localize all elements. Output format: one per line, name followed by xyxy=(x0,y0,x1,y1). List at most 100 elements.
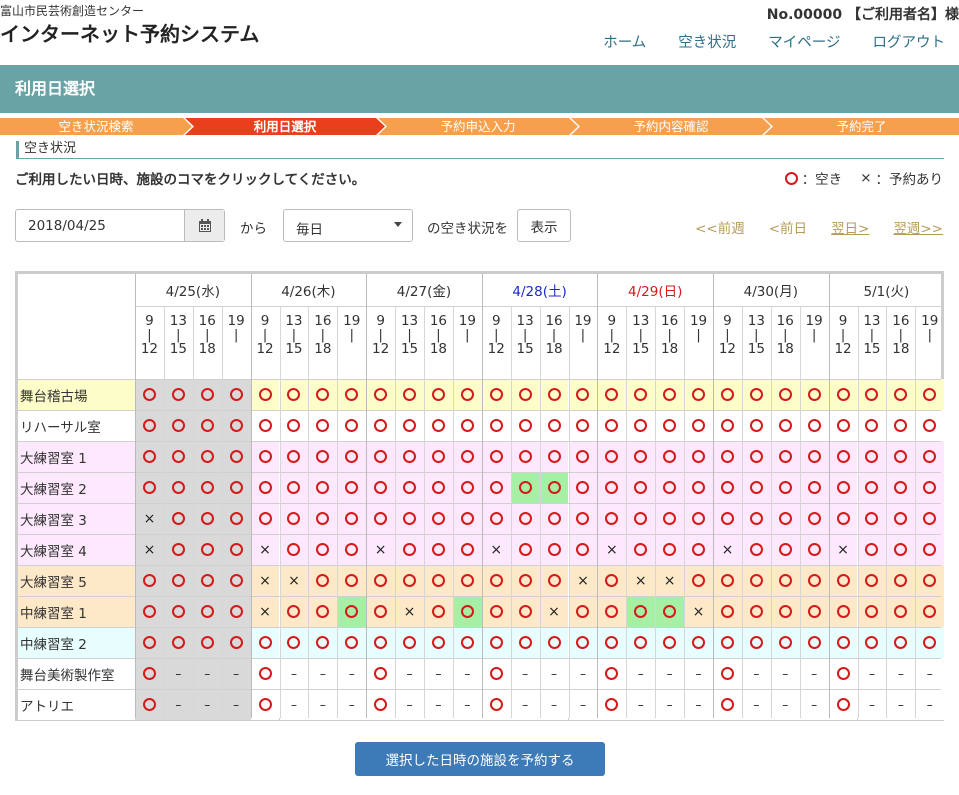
slot-cell[interactable] xyxy=(135,627,164,658)
slot-cell[interactable] xyxy=(221,441,251,472)
slot-cell[interactable] xyxy=(308,410,338,441)
slot-cell[interactable] xyxy=(597,503,627,534)
date-input[interactable]: 2018/04/25 xyxy=(15,209,225,242)
slot-cell[interactable] xyxy=(337,627,367,658)
slot-cell[interactable] xyxy=(597,658,627,689)
slot-cell[interactable] xyxy=(655,379,685,410)
slot-cell[interactable] xyxy=(857,627,887,658)
slot-cell[interactable] xyxy=(828,627,858,658)
slot-cell[interactable] xyxy=(655,472,685,503)
slot-cell[interactable] xyxy=(163,534,193,565)
slot-cell[interactable] xyxy=(481,627,511,658)
slot-cell[interactable] xyxy=(915,534,945,565)
slot-cell[interactable] xyxy=(337,565,367,596)
slot-cell[interactable] xyxy=(741,503,771,534)
slot-cell[interactable] xyxy=(192,534,222,565)
slot-cell[interactable] xyxy=(163,503,193,534)
slot-cell[interactable] xyxy=(770,534,800,565)
slot-cell[interactable] xyxy=(452,596,482,627)
slot-cell[interactable] xyxy=(799,596,829,627)
slot-cell[interactable] xyxy=(597,472,627,503)
slot-cell[interactable] xyxy=(135,658,164,689)
slot-cell[interactable] xyxy=(886,627,916,658)
slot-cell[interactable] xyxy=(886,410,916,441)
slot-cell[interactable] xyxy=(915,503,945,534)
slot-cell[interactable] xyxy=(452,410,482,441)
slot-cell[interactable] xyxy=(452,472,482,503)
slot-cell[interactable] xyxy=(481,472,511,503)
slot-cell[interactable] xyxy=(655,503,685,534)
slot-cell[interactable] xyxy=(539,472,569,503)
slot-cell[interactable] xyxy=(163,596,193,627)
slot-cell[interactable] xyxy=(857,441,887,472)
slot-cell[interactable] xyxy=(828,379,858,410)
slot-cell[interactable] xyxy=(828,596,858,627)
slot-cell[interactable] xyxy=(886,379,916,410)
slot-cell[interactable] xyxy=(539,627,569,658)
slot-cell[interactable] xyxy=(424,565,453,596)
slot-cell[interactable] xyxy=(192,472,222,503)
frequency-select[interactable]: 毎日 xyxy=(283,209,413,242)
slot-cell[interactable] xyxy=(308,565,338,596)
slot-cell[interactable] xyxy=(568,596,598,627)
slot-cell[interactable] xyxy=(452,503,482,534)
slot-cell[interactable] xyxy=(510,627,540,658)
slot-cell[interactable] xyxy=(770,627,800,658)
slot-cell[interactable] xyxy=(452,565,482,596)
slot-cell[interactable] xyxy=(481,503,511,534)
slot-cell[interactable] xyxy=(539,503,569,534)
slot-cell[interactable] xyxy=(857,379,887,410)
slot-cell[interactable] xyxy=(192,596,222,627)
slot-cell[interactable] xyxy=(308,472,338,503)
slot-cell[interactable] xyxy=(250,689,280,720)
slot-cell[interactable] xyxy=(568,534,598,565)
slot-cell[interactable] xyxy=(279,627,309,658)
slot-cell[interactable] xyxy=(163,472,193,503)
slot-cell[interactable] xyxy=(279,534,309,565)
slot-cell[interactable] xyxy=(568,472,598,503)
slot-cell[interactable] xyxy=(135,596,164,627)
slot-cell[interactable] xyxy=(163,379,193,410)
slot-cell[interactable] xyxy=(684,379,713,410)
slot-cell[interactable] xyxy=(626,503,656,534)
slot-cell[interactable] xyxy=(713,658,742,689)
slot-cell[interactable] xyxy=(655,410,685,441)
slot-cell[interactable] xyxy=(279,596,309,627)
slot-cell[interactable] xyxy=(915,441,945,472)
slot-cell[interactable] xyxy=(684,565,713,596)
slot-cell[interactable] xyxy=(539,441,569,472)
slot-cell[interactable] xyxy=(684,441,713,472)
slot-cell[interactable] xyxy=(886,534,916,565)
slot-cell[interactable] xyxy=(799,410,829,441)
slot-cell[interactable] xyxy=(279,410,309,441)
slot-cell[interactable] xyxy=(337,596,367,627)
nav-mypage[interactable]: マイページ xyxy=(768,31,840,52)
slot-cell[interactable] xyxy=(337,503,367,534)
slot-cell[interactable] xyxy=(510,503,540,534)
slot-cell[interactable] xyxy=(857,565,887,596)
slot-cell[interactable] xyxy=(857,503,887,534)
slot-cell[interactable] xyxy=(828,565,858,596)
slot-cell[interactable] xyxy=(250,441,280,472)
slot-cell[interactable] xyxy=(626,379,656,410)
slot-cell[interactable] xyxy=(192,379,222,410)
slot-cell[interactable] xyxy=(510,534,540,565)
slot-cell[interactable] xyxy=(655,627,685,658)
slot-cell[interactable] xyxy=(597,410,627,441)
slot-cell[interactable] xyxy=(770,503,800,534)
nav-availability[interactable]: 空き状況 xyxy=(678,31,736,52)
slot-cell[interactable] xyxy=(799,534,829,565)
slot-cell[interactable] xyxy=(539,379,569,410)
slot-cell[interactable] xyxy=(915,596,945,627)
slot-cell[interactable] xyxy=(424,596,453,627)
slot-cell[interactable] xyxy=(828,410,858,441)
slot-cell[interactable] xyxy=(741,596,771,627)
slot-cell[interactable] xyxy=(221,503,251,534)
slot-cell[interactable] xyxy=(770,472,800,503)
slot-cell[interactable] xyxy=(915,472,945,503)
slot-cell[interactable] xyxy=(366,441,396,472)
slot-cell[interactable] xyxy=(192,565,222,596)
slot-cell[interactable] xyxy=(828,472,858,503)
next-day-link[interactable]: 翌日> xyxy=(831,217,869,237)
slot-cell[interactable] xyxy=(799,565,829,596)
